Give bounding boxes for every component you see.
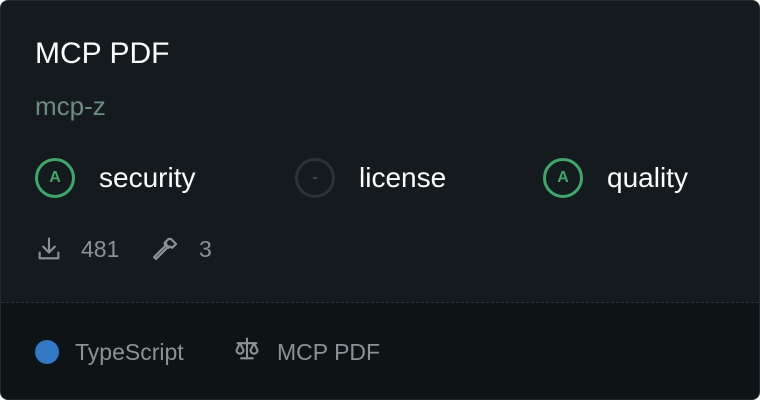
hammer-icon [151, 234, 181, 264]
downloads-stat: 481 [35, 233, 119, 265]
quality-score[interactable]: A quality [543, 156, 688, 200]
language-tag: TypeScript [35, 336, 184, 368]
language-color-dot [35, 340, 59, 364]
server-card[interactable]: MCP PDF mcp-z A security - license A qua… [0, 0, 760, 400]
license-score[interactable]: - license [295, 156, 446, 200]
card-title[interactable]: MCP PDF [35, 37, 169, 71]
security-grade-badge: A [35, 158, 75, 198]
downloads-count: 481 [81, 235, 120, 262]
tools-count: 3 [199, 235, 212, 262]
license-tag: MCP PDF [233, 336, 380, 368]
scale-icon [233, 335, 261, 369]
quality-label: quality [607, 162, 688, 193]
card-author[interactable]: mcp-z [35, 90, 106, 122]
security-label: security [99, 162, 196, 193]
license-label: license [359, 162, 447, 193]
security-score[interactable]: A security [35, 156, 195, 200]
quality-grade-badge: A [543, 158, 583, 198]
language-label: TypeScript [75, 338, 184, 365]
license-grade-badge: - [295, 158, 335, 198]
license-name: MCP PDF [277, 338, 381, 365]
download-icon [35, 235, 63, 263]
tools-stat: 3 [151, 233, 212, 265]
